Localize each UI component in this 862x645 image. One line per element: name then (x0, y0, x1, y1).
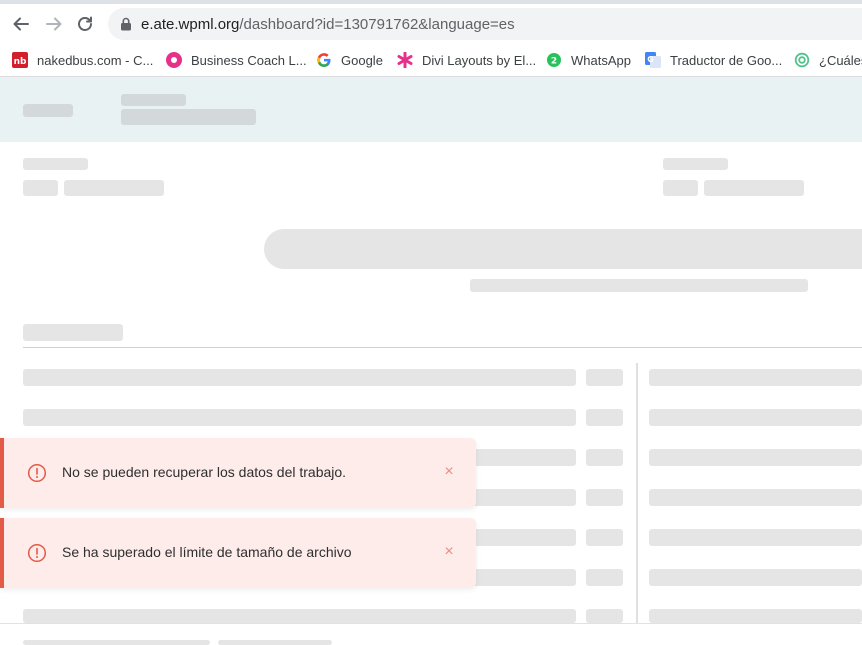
close-icon[interactable]: × (442, 542, 456, 562)
footer-divider (0, 623, 862, 624)
skeleton-row (649, 369, 862, 386)
close-icon[interactable]: × (442, 462, 456, 482)
skeleton-row (586, 529, 623, 546)
google-translate-icon: G (645, 52, 661, 68)
lock-icon (121, 17, 131, 31)
skeleton-row (649, 489, 862, 506)
url-path: /dashboard?id=130791762&language=es (239, 16, 515, 33)
bookmark-label: Traductor de Goo... (670, 52, 783, 68)
bookmark-label: Google (341, 52, 383, 68)
info-circle-icon (27, 543, 47, 563)
column-divider (636, 363, 638, 623)
skeleton-row (649, 569, 862, 586)
skeleton-header-line (121, 94, 186, 106)
bookmark-divi[interactable]: Divi Layouts by El... (397, 51, 536, 69)
reload-icon (78, 16, 92, 31)
skeleton-line (663, 158, 728, 170)
forward-button[interactable] (42, 12, 66, 36)
skeleton-line (23, 640, 210, 645)
skeleton-header-line (121, 109, 256, 125)
skeleton-row (23, 369, 576, 386)
app-header (0, 77, 862, 142)
svg-text:2: 2 (551, 57, 557, 67)
skeleton-section-title (23, 324, 123, 341)
bookmark-business-coach[interactable]: Business Coach L... (166, 51, 307, 69)
bookmark-label: Business Coach L... (191, 52, 307, 68)
reload-button[interactable] (73, 12, 97, 36)
svg-text:nb: nb (14, 57, 27, 67)
skeleton-row (586, 609, 623, 623)
skeleton-row (586, 409, 623, 426)
skeleton-row (649, 529, 862, 546)
svg-text:G: G (647, 55, 654, 64)
skeleton-row (649, 449, 862, 466)
skeleton-progress-bar (264, 229, 862, 269)
url-host: e.ate.wpml.org (141, 16, 240, 33)
skeleton-line (23, 180, 58, 196)
bookmark-cuales[interactable]: ¿Cuáles (794, 51, 862, 69)
bookmark-label: nakedbus.com - C... (37, 52, 154, 68)
url-text: e.ate.wpml.org/dashboard?id=130791762&la… (141, 16, 515, 33)
skeleton-row (586, 369, 623, 386)
whatsapp-icon: 2 (546, 52, 562, 68)
skeleton-line (704, 180, 804, 196)
skeleton-row (649, 409, 862, 426)
skeleton-row (586, 489, 623, 506)
bookmark-label: Divi Layouts by El... (422, 52, 537, 68)
skeleton-line (470, 279, 808, 292)
section-divider (23, 347, 862, 348)
business-coach-icon (166, 52, 182, 68)
arrow-right-icon (46, 17, 62, 31)
toast-message: Se ha superado el límite de tamaño de ar… (62, 544, 352, 560)
error-toast-job-data: No se pueden recuperar los datos del tra… (0, 438, 476, 508)
bookmark-whatsapp[interactable]: 2 WhatsApp (546, 51, 631, 69)
skeleton-row (586, 449, 623, 466)
skeleton-row (649, 609, 862, 623)
skeleton-row (23, 609, 576, 623)
skeleton-line (64, 180, 164, 196)
bookmarks-bar: nb nakedbus.com - C... Business Coach L.… (0, 44, 862, 77)
bookmark-google-translate[interactable]: G Traductor de Goo... (645, 51, 782, 69)
google-icon (316, 52, 332, 68)
toast-message: No se pueden recuperar los datos del tra… (62, 464, 347, 480)
link-icon (794, 52, 810, 68)
skeleton-row (23, 409, 576, 426)
bookmark-label: ¿Cuáles (819, 52, 862, 68)
info-circle-icon (27, 463, 47, 483)
skeleton-line (23, 158, 88, 170)
address-bar[interactable]: e.ate.wpml.org/dashboard?id=130791762&la… (108, 8, 862, 40)
error-toast-file-size: Se ha superado el límite de tamaño de ar… (0, 518, 476, 588)
back-button[interactable] (9, 12, 33, 36)
skeleton-logo (23, 104, 73, 117)
nakedbus-icon: nb (12, 52, 28, 68)
skeleton-row (586, 569, 623, 586)
bookmark-nakedbus[interactable]: nb nakedbus.com - C... (12, 51, 153, 69)
skeleton-line (663, 180, 698, 196)
skeleton-line (218, 640, 332, 645)
divi-icon (397, 52, 413, 68)
arrow-left-icon (13, 17, 29, 31)
bookmark-google[interactable]: Google (316, 51, 383, 69)
browser-toolbar: e.ate.wpml.org/dashboard?id=130791762&la… (0, 4, 862, 44)
bookmark-label: WhatsApp (571, 52, 631, 68)
